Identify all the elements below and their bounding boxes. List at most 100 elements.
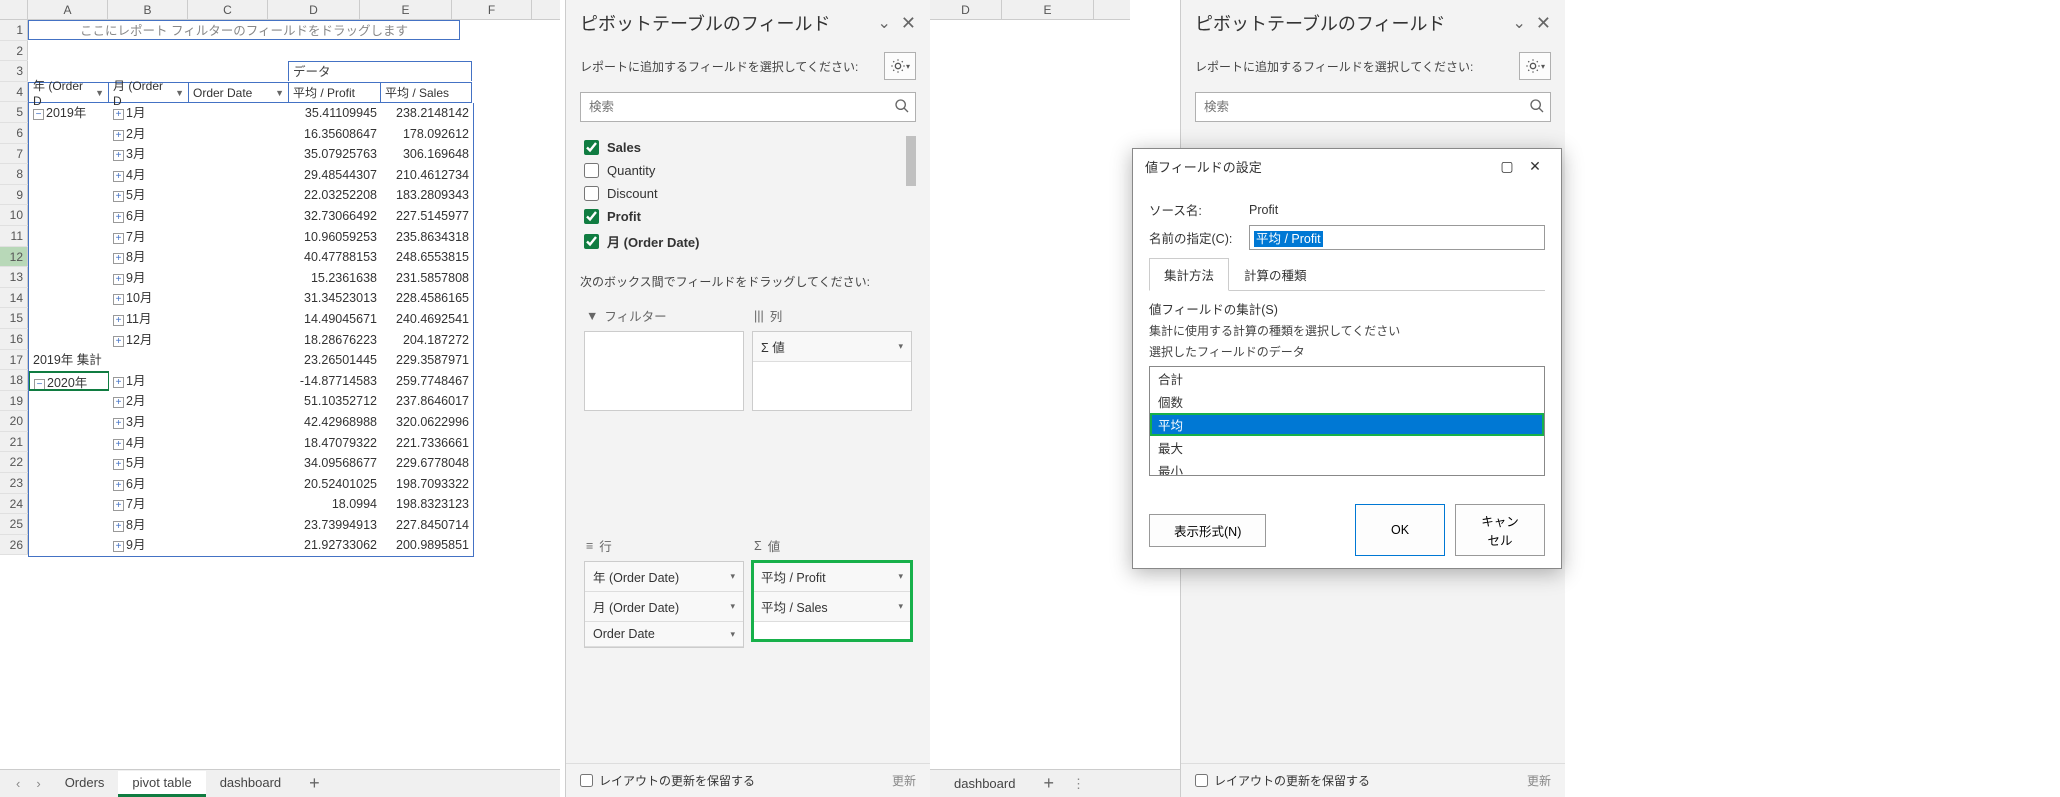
pivot-row[interactable]: +12月18.28676223204.187272 [29, 330, 473, 351]
close-icon[interactable]: ✕ [1536, 13, 1551, 34]
field-checkbox[interactable] [584, 163, 599, 178]
pivot-data-header[interactable]: データ [288, 61, 472, 81]
dropdown-icon[interactable]: ▾ [898, 571, 903, 582]
row-header-19[interactable]: 19 [0, 391, 28, 411]
search-icon[interactable] [1529, 98, 1545, 117]
expand-icon[interactable]: − [33, 109, 44, 120]
pivot-header-profit[interactable]: 平均 / Profit [288, 82, 380, 103]
aggregate-listbox[interactable]: 合計個数平均最大最小積 [1149, 366, 1545, 476]
expand-icon[interactable]: + [113, 130, 124, 141]
value-pill[interactable]: 平均 / Profit▾ [753, 562, 911, 592]
expand-icon[interactable]: − [34, 379, 45, 390]
pivot-row[interactable]: +6月32.73066492227.5145977 [29, 206, 473, 227]
add-sheet-button[interactable]: + [1033, 773, 1064, 794]
tab-menu-icon[interactable]: ⋮ [1072, 776, 1085, 792]
scrollbar-thumb[interactable] [906, 136, 916, 186]
field-checkbox[interactable] [584, 186, 599, 201]
row-pill[interactable]: 年 (Order Date)▾ [585, 562, 743, 592]
pivot-row[interactable]: +3月35.07925763306.169648 [29, 144, 473, 165]
row-header-4[interactable]: 4 [0, 82, 28, 102]
row-header-20[interactable]: 20 [0, 411, 28, 431]
field-item-profit[interactable]: Profit [580, 205, 916, 228]
row-header-2[interactable]: 2 [0, 41, 28, 61]
pivot-row[interactable]: +8月40.47788153248.6553815 [29, 247, 473, 268]
dropdown-icon[interactable]: ▾ [898, 601, 903, 612]
tab-nav-prev[interactable]: ‹ [10, 776, 26, 791]
pivot-row[interactable]: +7月18.0994198.8323123 [29, 494, 473, 515]
expand-icon[interactable]: + [113, 253, 124, 264]
dropdown-icon[interactable]: ▾ [730, 601, 735, 612]
row-pill[interactable]: Order Date▾ [585, 622, 743, 647]
col-header-B[interactable]: B [108, 0, 188, 19]
row-header-1[interactable]: 1 [0, 20, 28, 40]
field-checkbox[interactable] [584, 234, 599, 249]
expand-icon[interactable]: + [113, 418, 124, 429]
dropdown-icon[interactable]: ▾ [730, 571, 735, 582]
number-format-button[interactable]: 表示形式(N) [1149, 514, 1266, 547]
row-header-10[interactable]: 10 [0, 205, 28, 225]
row-header-16[interactable]: 16 [0, 329, 28, 349]
pivot-row[interactable]: +6月20.52401025198.7093322 [29, 474, 473, 495]
expand-icon[interactable]: + [113, 377, 124, 388]
columns-area[interactable]: Σ 値▾ [752, 331, 912, 411]
row-header-7[interactable]: 7 [0, 144, 28, 164]
pivot-filter-prompt[interactable]: ここにレポート フィルターのフィールドをドラッグします [28, 20, 460, 40]
field-item-orderdate[interactable]: 月 (Order Date) [580, 228, 916, 255]
pivot-row[interactable]: +8月23.73994913227.8450714 [29, 515, 473, 536]
pivot-header-month[interactable]: 月 (Order D▼ [108, 82, 188, 103]
dropdown-icon[interactable]: ▾ [730, 629, 735, 640]
pivot-row[interactable]: 2019年 集計23.26501445229.3587971 [29, 350, 473, 371]
close-icon[interactable]: ✕ [901, 13, 916, 34]
sheet-tab-Orders[interactable]: Orders [51, 771, 119, 797]
field-search-input[interactable] [1195, 92, 1551, 122]
expand-icon[interactable]: + [113, 171, 124, 182]
field-item-discount[interactable]: Discount [580, 182, 916, 205]
pivot-row[interactable]: +2月16.35608647178.092612 [29, 124, 473, 145]
aggregate-option-最小[interactable]: 最小 [1150, 459, 1544, 476]
row-header-14[interactable]: 14 [0, 288, 28, 308]
row-header-3[interactable]: 3 [0, 61, 28, 81]
dropdown-icon[interactable]: ▾ [898, 341, 903, 352]
pivot-row[interactable]: −2020年+1月-14.87714583259.7748467 [29, 371, 473, 392]
sheet-tab-dashboard[interactable]: dashboard [206, 771, 295, 797]
row-header-8[interactable]: 8 [0, 164, 28, 184]
field-item-quantity[interactable]: Quantity [580, 159, 916, 182]
field-search-input[interactable] [580, 92, 916, 122]
dropdown-icon[interactable]: ▼ [175, 88, 184, 98]
pivot-row[interactable]: −2019年+1月35.41109945238.2148142 [29, 103, 473, 124]
custom-name-input[interactable]: 平均 / Profit [1254, 231, 1323, 247]
col-header-E[interactable]: E [1002, 0, 1094, 19]
row-header-23[interactable]: 23 [0, 473, 28, 493]
expand-icon[interactable]: + [113, 541, 124, 552]
update-button[interactable]: 更新 [1527, 772, 1551, 789]
corner-cell[interactable] [0, 0, 28, 19]
sheet-tab-pivot-table[interactable]: pivot table [118, 771, 205, 797]
row-pill[interactable]: 月 (Order Date)▾ [585, 592, 743, 622]
pivot-row[interactable]: +5月22.03252208183.2809343 [29, 185, 473, 206]
col-header-D[interactable]: D [930, 0, 1002, 19]
gear-button[interactable]: ▾ [884, 52, 916, 80]
field-checkbox[interactable] [584, 140, 599, 155]
field-checkbox[interactable] [584, 209, 599, 224]
row-header-17[interactable]: 17 [0, 350, 28, 370]
col-header-E[interactable]: E [360, 0, 452, 19]
row-header-18[interactable]: 18 [0, 370, 28, 390]
expand-icon[interactable]: + [113, 500, 124, 511]
values-area[interactable]: 平均 / Profit▾平均 / Sales▾ [752, 561, 912, 641]
pivot-header-sales[interactable]: 平均 / Sales [380, 82, 472, 103]
pivot-row[interactable]: +7月10.96059253235.8634318 [29, 227, 473, 248]
aggregate-option-平均[interactable]: 平均 [1150, 413, 1544, 436]
row-header-24[interactable]: 24 [0, 494, 28, 514]
expand-icon[interactable]: + [113, 336, 124, 347]
value-pill[interactable]: 平均 / Sales▾ [753, 592, 911, 622]
defer-layout-checkbox[interactable] [580, 774, 593, 787]
expand-icon[interactable]: + [113, 459, 124, 470]
expand-icon[interactable]: + [113, 233, 124, 244]
filter-area[interactable] [584, 331, 744, 411]
row-header-6[interactable]: 6 [0, 123, 28, 143]
col-header-D[interactable]: D [268, 0, 360, 19]
aggregate-option-個数[interactable]: 個数 [1150, 390, 1544, 413]
pivot-row[interactable]: +5月34.09568677229.6778048 [29, 453, 473, 474]
expand-icon[interactable]: + [113, 212, 124, 223]
close-icon[interactable]: ✕ [1521, 158, 1549, 175]
